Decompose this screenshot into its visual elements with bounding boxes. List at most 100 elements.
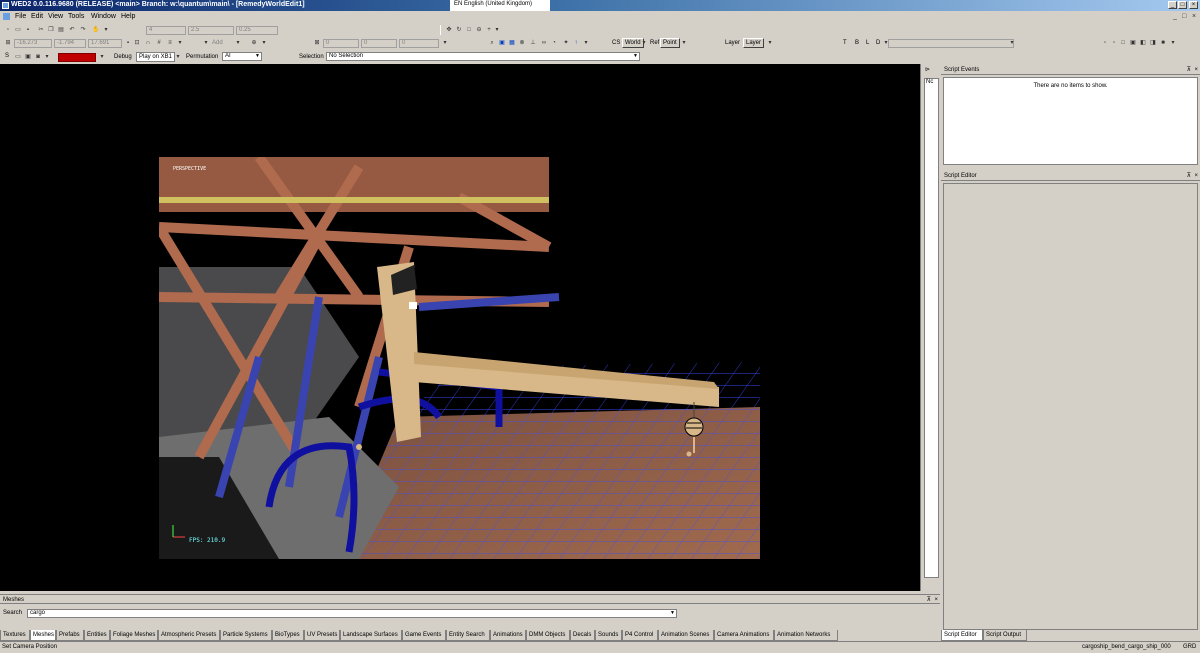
tab-entities[interactable]: Entities: [84, 630, 110, 641]
tab-atmospheric-presets[interactable]: Atmospheric Presets: [158, 630, 220, 641]
tab-foliage-meshes[interactable]: Foliage Meshes: [110, 630, 158, 641]
grid-icon[interactable]: #: [155, 39, 163, 47]
menu-tools[interactable]: Tools: [68, 13, 84, 20]
layer-dropdown[interactable]: Layer: [743, 38, 765, 48]
add-label[interactable]: Add: [212, 40, 223, 46]
menu-view[interactable]: View: [48, 13, 63, 20]
offset-x-field[interactable]: 0: [323, 39, 359, 48]
offset-z-field[interactable]: 0: [399, 39, 439, 48]
add-icon[interactable]: +: [485, 26, 493, 34]
camera-icon[interactable]: ▭: [14, 53, 22, 61]
hand-icon[interactable]: ✋: [92, 26, 100, 34]
dropdown-arrow-icon[interactable]: ▾: [43, 53, 51, 61]
tab-animation-networks[interactable]: Animation Networks: [774, 630, 838, 641]
menu-window[interactable]: Window: [91, 13, 116, 20]
zoom-icon[interactable]: ⌕: [488, 39, 496, 47]
paste-icon[interactable]: ▤: [57, 26, 65, 34]
tab-uv-presets[interactable]: UV Presets: [304, 630, 340, 641]
save-icon[interactable]: ▪: [24, 26, 32, 34]
view-d-button[interactable]: D: [876, 40, 880, 46]
view-field[interactable]: [888, 39, 1014, 48]
menu-edit[interactable]: Edit: [31, 13, 43, 20]
offset-y-field[interactable]: 0: [361, 39, 397, 48]
selection-dropdown[interactable]: No Selection ▼: [326, 52, 640, 61]
pin-icon[interactable]: ⊼: [1187, 171, 1191, 181]
undo-icon[interactable]: ↶: [68, 26, 76, 34]
magnet-icon[interactable]: ∩: [144, 39, 152, 47]
view-top-button[interactable]: T: [843, 40, 847, 46]
rotate-icon[interactable]: ↻: [455, 26, 463, 34]
s-label[interactable]: S: [5, 53, 9, 59]
dropdown-arrow-icon[interactable]: ▾: [176, 39, 184, 47]
maximize-button[interactable]: □: [1178, 1, 1187, 9]
close-icon[interactable]: ×: [1194, 171, 1198, 181]
tab-particle-systems[interactable]: Particle Systems: [220, 630, 272, 641]
snap-fine-field[interactable]: 0.25: [236, 26, 278, 35]
tab-biotypes[interactable]: BioTypes: [272, 630, 304, 641]
open-folder-icon[interactable]: ▭: [14, 26, 22, 34]
close-button[interactable]: ×: [1189, 1, 1198, 9]
coord-y-field[interactable]: -1.794: [54, 39, 86, 48]
pivot-icon[interactable]: ✦: [562, 39, 570, 47]
dropdown-arrow-icon[interactable]: ▾: [1008, 39, 1016, 47]
node-icon[interactable]: ⊗: [518, 39, 526, 47]
layout-full-icon[interactable]: ■: [1159, 39, 1167, 47]
layout-single-icon[interactable]: ▫: [1101, 39, 1109, 47]
tab-meshes[interactable]: Meshes: [30, 630, 56, 641]
tab-entity-search[interactable]: Entity Search: [446, 630, 490, 641]
script-events-list[interactable]: There are no items to show.: [943, 77, 1198, 165]
ref-dropdown[interactable]: Point: [660, 38, 680, 48]
language-indicator[interactable]: EN English (United Kingdom): [450, 0, 550, 11]
snap-grid-field[interactable]: 4: [146, 26, 186, 35]
outliner-column[interactable]: Nc: [924, 78, 939, 578]
mdi-restore-button[interactable]: □: [1182, 13, 1186, 20]
tab-textures[interactable]: Textures: [0, 630, 30, 641]
link-icon[interactable]: ⊖: [475, 26, 483, 34]
lock-icon[interactable]: ▪: [124, 39, 132, 47]
tab-sounds[interactable]: Sounds: [595, 630, 622, 641]
mdi-close-button[interactable]: ×: [1192, 13, 1196, 20]
debug-dropdown[interactable]: Play on XB1: [136, 52, 176, 62]
add-dropdown-icon[interactable]: ▾: [202, 39, 210, 47]
align-icon[interactable]: ≡: [166, 39, 174, 47]
tab-camera-animations[interactable]: Camera Animations: [714, 630, 774, 641]
align-icon[interactable]: ⊥: [529, 39, 537, 47]
clock-icon[interactable]: ◔: [550, 39, 558, 47]
close-icon[interactable]: ×: [1194, 65, 1198, 75]
scale-icon[interactable]: □: [465, 26, 473, 34]
dropdown-arrow-icon[interactable]: ▾: [1169, 39, 1177, 47]
menu-file[interactable]: File: [15, 13, 26, 20]
new-file-icon[interactable]: ▫: [4, 26, 12, 34]
mesh-search-input[interactable]: cargo ▼: [27, 609, 677, 618]
dropdown-arrow-icon[interactable]: ▾: [98, 53, 106, 61]
layout-left-icon[interactable]: ◧: [1139, 39, 1147, 47]
tab-game-events[interactable]: Game Events: [402, 630, 446, 641]
add-object-icon[interactable]: ⊕: [250, 39, 258, 47]
dropdown-arrow-icon[interactable]: ▾: [766, 39, 774, 47]
minimize-button[interactable]: _: [1168, 1, 1177, 9]
panel-pin-icon[interactable]: ⊳: [925, 66, 930, 73]
tab-animations[interactable]: Animations: [490, 630, 526, 641]
coord-z-field[interactable]: 17.691: [88, 39, 122, 48]
pin-icon[interactable]: ⊼: [1187, 65, 1191, 75]
dropdown-arrow-icon[interactable]: ▾: [640, 39, 648, 47]
tab-p4-control[interactable]: P4 Control: [622, 630, 658, 641]
link-icon[interactable]: ∞: [540, 39, 548, 47]
layout-right-icon[interactable]: ◨: [1149, 39, 1157, 47]
title-bar[interactable]: WED2 0.0.116.9680 (RELEASE) <main> Branc…: [0, 0, 1200, 11]
coord-x-field[interactable]: -16.273: [14, 39, 52, 48]
dropdown-arrow-icon[interactable]: ▾: [582, 39, 590, 47]
snap-icon[interactable]: ⊡: [133, 39, 141, 47]
viewport-render[interactable]: PERSPECTIVE FPS: 210.9: [154, 154, 760, 559]
dropdown-arrow-icon[interactable]: ▾: [234, 39, 242, 47]
tab-script-editor[interactable]: Script Editor: [941, 630, 983, 641]
dropdown-arrow-icon[interactable]: ▾: [493, 26, 501, 34]
snap-step-field[interactable]: 2.5: [188, 26, 234, 35]
menu-help[interactable]: Help: [121, 13, 135, 20]
arrow-up-icon[interactable]: ↑: [572, 39, 580, 47]
tab-animation-scenes[interactable]: Animation Scenes: [658, 630, 714, 641]
redo-icon[interactable]: ↷: [79, 26, 87, 34]
tab-dmm-objects[interactable]: DMM Objects: [526, 630, 570, 641]
mdi-minimize-button[interactable]: _: [1173, 13, 1177, 20]
view-bottom-button[interactable]: B: [855, 40, 859, 46]
